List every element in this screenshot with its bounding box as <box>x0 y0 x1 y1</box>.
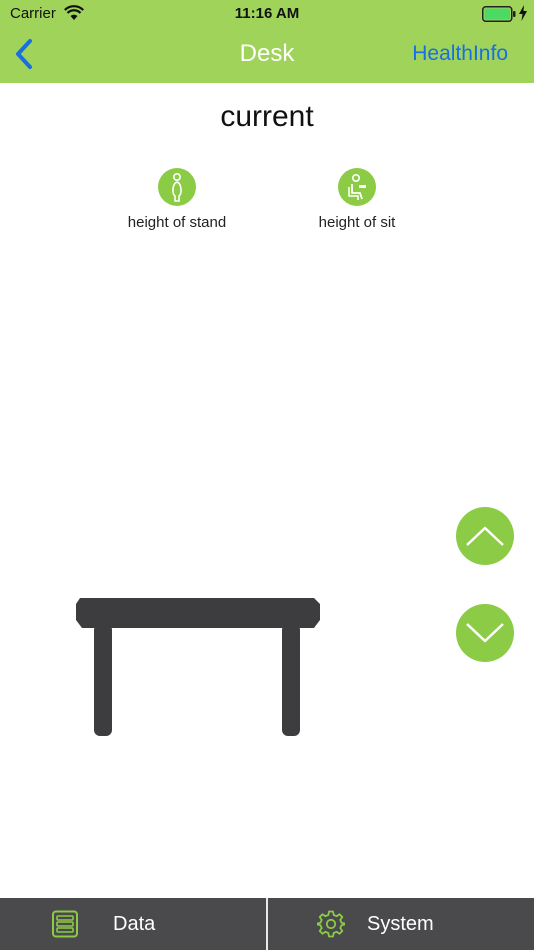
tab-system-label: System <box>367 913 434 935</box>
nav-bar: Desk HealthInfo <box>0 28 534 83</box>
data-list-icon <box>52 910 78 938</box>
status-bar: Carrier 11:16 AM <box>0 0 534 28</box>
current-heading: current <box>220 100 314 133</box>
sitting-person-icon <box>338 168 376 206</box>
sit-height-label: height of sit <box>318 214 396 231</box>
status-time: 11:16 AM <box>234 5 300 22</box>
desk-icon <box>76 598 320 736</box>
lower-desk-button[interactable] <box>456 604 514 662</box>
header-bar: Carrier 11:16 AM Desk HealthInfo <box>0 0 534 83</box>
chevron-up-icon <box>466 526 504 546</box>
raise-desk-button[interactable] <box>456 507 514 565</box>
health-info-button[interactable]: HealthInfo <box>412 42 508 66</box>
gear-icon <box>317 910 345 938</box>
app-screen: Carrier 11:16 AM Desk HealthInfo current… <box>0 0 534 950</box>
tab-data-label: Data <box>113 913 156 935</box>
battery-icon <box>482 6 516 22</box>
tab-data[interactable]: Data <box>0 898 266 950</box>
bottom-tab-bar: Data System <box>0 898 534 950</box>
standing-person-icon <box>158 168 196 206</box>
tab-system[interactable]: System <box>268 898 534 950</box>
stand-height-preset[interactable]: height of stand <box>102 168 252 231</box>
charging-bolt-icon <box>519 5 527 21</box>
chevron-down-icon <box>466 623 504 643</box>
stand-height-label: height of stand <box>127 214 227 231</box>
sit-height-preset[interactable]: height of sit <box>282 168 432 231</box>
